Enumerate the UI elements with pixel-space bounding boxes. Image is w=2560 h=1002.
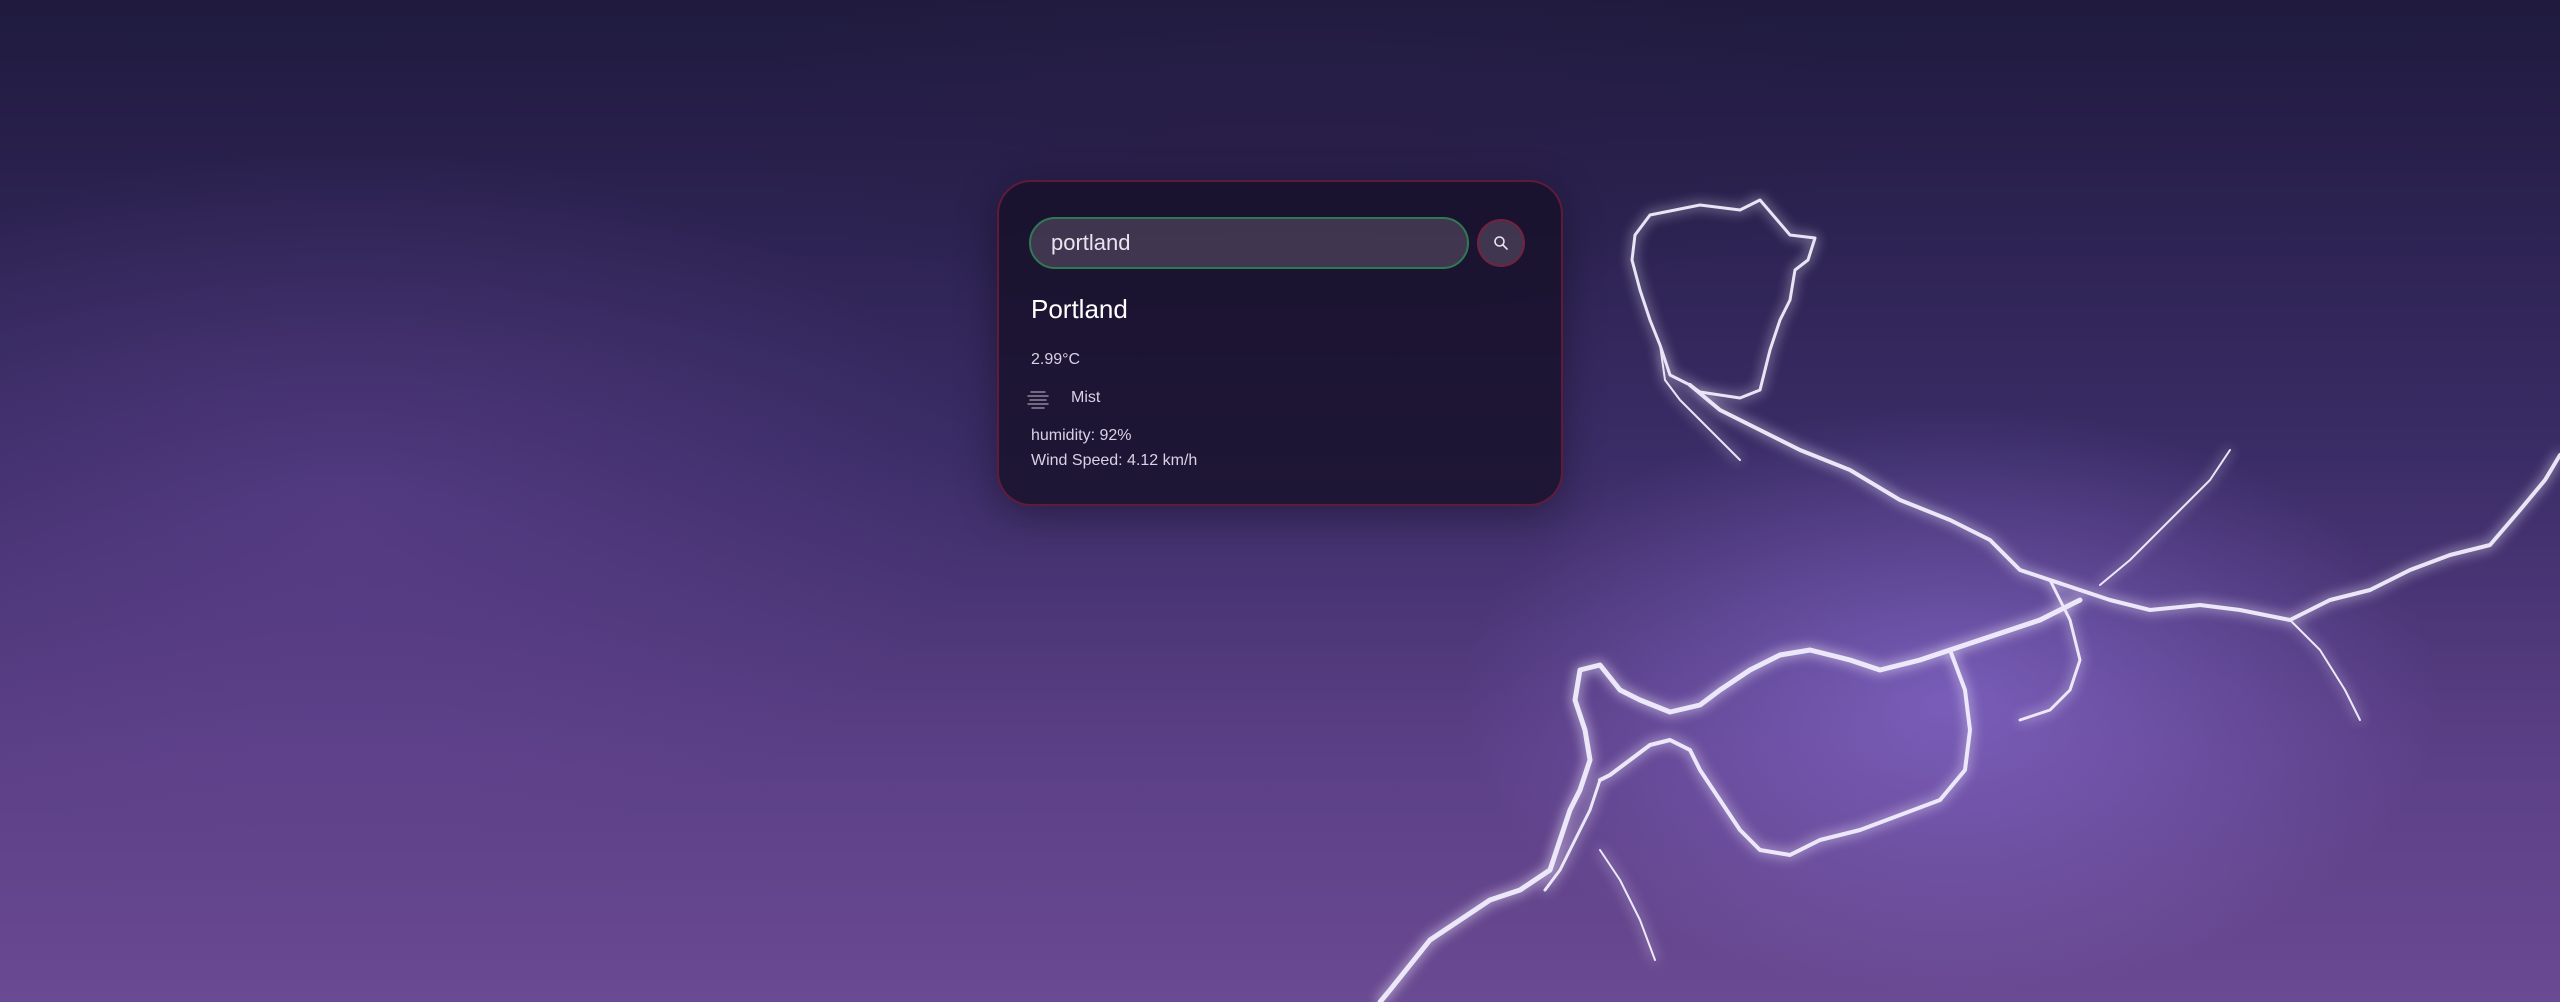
- temperature: 2.99°C: [1031, 351, 1081, 368]
- search-bar: [1029, 217, 1529, 269]
- search-icon: [1494, 236, 1508, 250]
- weather-condition: Mist: [1025, 387, 1225, 411]
- condition-label: Mist: [1071, 389, 1101, 406]
- city-name: Portland: [1031, 294, 1128, 324]
- mist-icon: [1027, 391, 1049, 409]
- search-button[interactable]: [1477, 219, 1525, 267]
- humidity-reading: humidity: 92%: [1031, 427, 1132, 444]
- wind-speed-reading: Wind Speed: 4.12 km/h: [1031, 452, 1198, 469]
- weather-card: Portland 2.99°C Mist humidity: 92% Wind …: [997, 180, 1563, 506]
- city-search-input[interactable]: [1029, 217, 1469, 269]
